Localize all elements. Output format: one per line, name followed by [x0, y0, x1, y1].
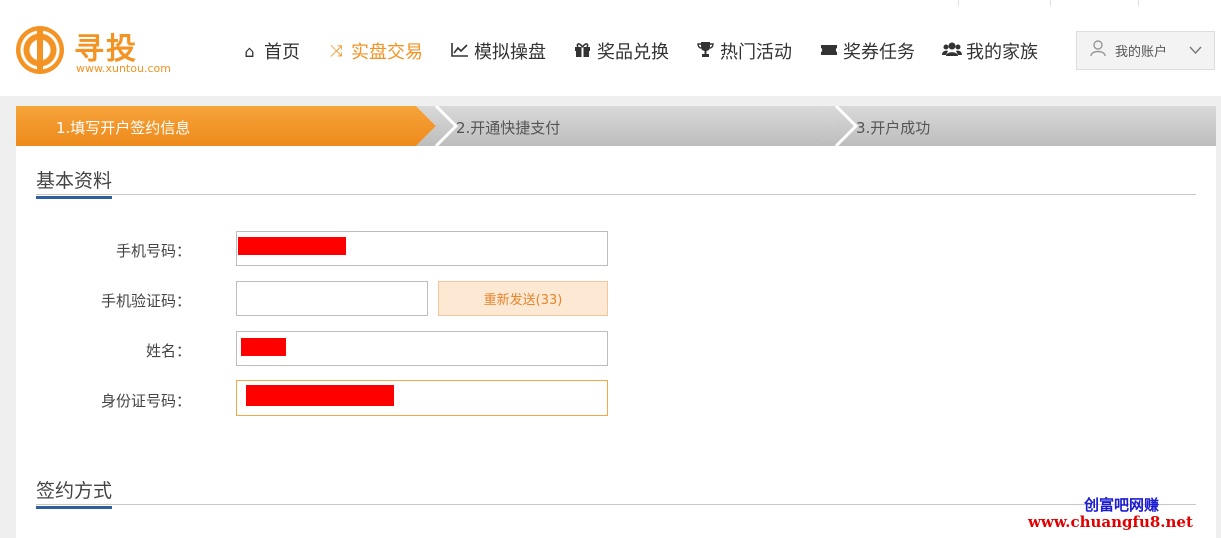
top-strip-divider	[1050, 0, 1139, 6]
redacted-mask	[246, 385, 394, 406]
form-panel: 基本资料 手机号码： 手机验证码： 重新发送(33) 姓名： 身份证号码： 签约…	[16, 146, 1216, 538]
watermark-text: 创富吧网赚	[1084, 496, 1160, 514]
top-strip-divider	[1138, 0, 1221, 6]
nav-item-home[interactable]: ⌂ 首页	[240, 38, 300, 64]
nav-item-label: 热门活动	[720, 42, 792, 63]
logo[interactable]: 寻投 www.xuntou.com	[16, 24, 186, 80]
trophy-icon	[696, 41, 715, 62]
nav-item-label: 我的家族	[966, 42, 1038, 63]
name-label: 姓名：	[145, 342, 191, 360]
verification-code-input[interactable]	[236, 281, 428, 316]
section-divider	[36, 504, 1196, 505]
step-label: 2.开通快捷支付	[456, 119, 561, 137]
verification-code-label: 手机验证码：	[100, 292, 191, 310]
nav-item-hot-events[interactable]: 热门活动	[696, 38, 792, 64]
section-title-sign-method: 签约方式	[36, 476, 113, 509]
nav-item-label: 奖券任务	[843, 42, 915, 63]
line-chart-icon	[450, 42, 469, 61]
step-label: 3.开户成功	[856, 119, 931, 137]
users-icon	[942, 41, 962, 61]
account-menu[interactable]: 我的账户	[1076, 31, 1215, 70]
id-number-label: 身份证号码：	[100, 392, 191, 410]
gift-icon	[573, 41, 592, 62]
redacted-mask	[241, 338, 286, 356]
watermark: 创富吧网赚 www.chuangfu8.net	[1028, 494, 1221, 538]
logo-mark-icon	[16, 26, 64, 74]
nav-item-prize-exchange[interactable]: 奖品兑换	[573, 38, 669, 64]
phone-label: 手机号码：	[115, 242, 191, 260]
nav-item-label: 模拟操盘	[474, 42, 546, 63]
nav-item-coupon-tasks[interactable]: 奖券任务	[819, 38, 915, 64]
logo-url: www.xuntou.com	[76, 62, 171, 75]
nav-item-my-family[interactable]: 我的家族	[942, 38, 1038, 64]
ticket-icon	[819, 42, 838, 61]
account-label: 我的账户	[1115, 45, 1168, 60]
chevron-down-icon	[1189, 43, 1202, 58]
nav-item-label: 实盘交易	[351, 42, 423, 63]
nav-item-simulated-trading[interactable]: 模拟操盘	[450, 38, 546, 64]
step-label: 1.填写开户签约信息	[56, 119, 191, 137]
header: 寻投 www.xuntou.com ⌂ 首页 ⤨ 实盘交易 模拟操盘 奖品兑换	[0, 0, 1221, 96]
resend-code-button[interactable]: 重新发送(33)	[438, 281, 608, 316]
user-icon	[1089, 39, 1107, 62]
watermark-url: www.chuangfu8.net	[1028, 513, 1193, 531]
nav-item-label: 首页	[264, 42, 300, 63]
home-icon: ⌂	[244, 41, 255, 61]
name-input[interactable]	[236, 331, 608, 366]
nav-item-live-trading[interactable]: ⤨ 实盘交易	[327, 38, 423, 64]
main-nav: ⌂ 首页 ⤨ 实盘交易 模拟操盘 奖品兑换 热门活动 奖券任务 我的家族	[240, 38, 1065, 64]
top-strip-divider	[958, 0, 1051, 6]
redacted-mask	[238, 237, 346, 255]
section-title-basic-info: 基本资料	[36, 166, 113, 199]
shuffle-icon: ⤨	[330, 41, 343, 60]
nav-item-label: 奖品兑换	[597, 42, 669, 63]
section-divider	[36, 194, 1196, 195]
progress-steps: 1.填写开户签约信息 2.开通快捷支付 3.开户成功	[16, 106, 1216, 146]
